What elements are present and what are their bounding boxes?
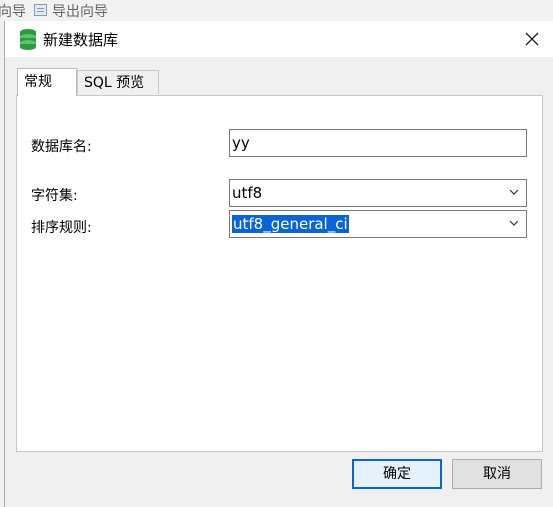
export-icon [34,4,47,16]
charset-value: utf8 [232,184,263,202]
close-glyph [525,32,539,46]
charset-label: 字符集: [31,188,78,204]
collation-value: utf8_general_ci [232,215,349,233]
background-toolbar: 向导 导出向导 [0,0,553,20]
background-wizard-label: 向导 [0,4,26,20]
db-name-input[interactable]: yy [229,129,527,157]
db-name-value: yy [232,134,250,152]
collation-select[interactable]: utf8_general_ci [229,210,527,238]
general-panel: 数据库名: yy 字符集: utf8 排序规则: utf8_general_ci [16,95,543,452]
charset-select[interactable]: utf8 [229,179,527,207]
tab-sql-preview[interactable]: SQL 预览 [77,70,159,94]
export-wizard-button[interactable]: 导出向导 [52,1,108,21]
chevron-down-icon [509,189,519,195]
collation-label: 排序规则: [31,220,92,236]
chevron-down-icon [509,220,519,226]
db-name-label: 数据库名: [31,139,92,155]
dialog-title: 新建数据库 [43,31,119,49]
new-database-dialog: 新建数据库 常规 SQL 预览 数据库名: yy 字符集: utf8 排序规则:… [4,21,553,507]
database-icon [20,29,36,50]
tab-general[interactable]: 常规 [17,68,77,96]
dialog-titlebar: 新建数据库 [5,21,553,57]
close-icon[interactable] [517,25,547,53]
cancel-button[interactable]: 取消 [452,459,542,489]
ok-button[interactable]: 确定 [352,459,442,489]
